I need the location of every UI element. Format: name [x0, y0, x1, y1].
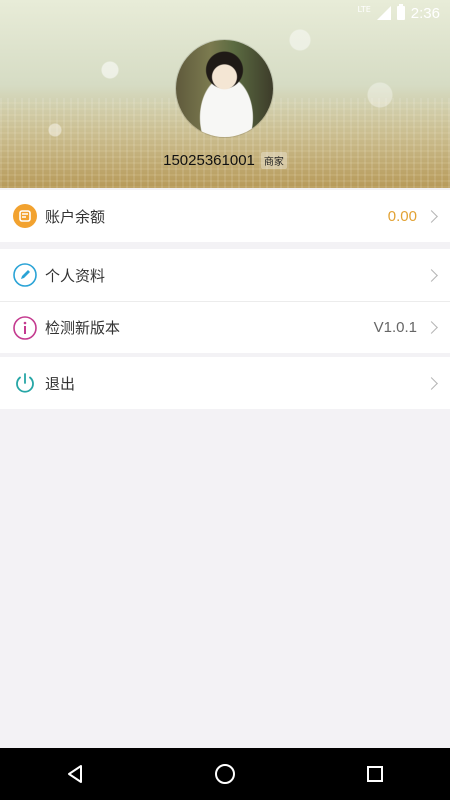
home-icon[interactable] [195, 754, 255, 794]
status-bar: LTE 2:36 [0, 0, 450, 26]
status-time: 2:36 [410, 4, 440, 22]
logout-label: 退出 [45, 374, 76, 393]
wallet-icon [13, 204, 37, 228]
power-icon [13, 371, 37, 395]
user-phone: 15025361001 [163, 152, 255, 169]
chevron-right-icon [425, 268, 438, 282]
personal-info-label: 个人资料 [45, 266, 106, 285]
avatar[interactable] [176, 40, 273, 137]
settings-group: 个人资料 检测新版本 V1.0.1 [0, 249, 450, 353]
user-info: 15025361001 商家 [0, 152, 450, 169]
pencil-icon [13, 263, 37, 287]
balance-group: 账户余额 0.00 [0, 190, 450, 242]
info-icon [13, 315, 37, 340]
logout-group: 退出 [0, 357, 450, 409]
version-value: V1.0.1 [373, 319, 417, 336]
balance-value: 0.00 [387, 207, 417, 225]
balance-row[interactable]: 账户余额 0.00 [0, 190, 450, 242]
check-version-row[interactable]: 检测新版本 V1.0.1 [0, 301, 450, 353]
chevron-right-icon [425, 376, 438, 390]
logout-row[interactable]: 退出 [0, 357, 450, 409]
profile-header: LTE 2:36 15025361001 商家 [0, 0, 450, 188]
signal-icon [376, 6, 391, 20]
system-nav-bar [0, 748, 450, 800]
recents-icon[interactable] [345, 754, 405, 794]
chevron-right-icon [425, 321, 438, 334]
role-badge: 商家 [260, 152, 287, 169]
network-type: LTE [357, 4, 371, 14]
balance-label: 账户余额 [45, 207, 106, 226]
personal-info-row[interactable]: 个人资料 [0, 249, 450, 301]
check-version-label: 检测新版本 [45, 319, 121, 337]
chevron-right-icon [425, 209, 438, 223]
back-icon[interactable] [45, 754, 105, 794]
battery-icon [396, 4, 405, 20]
